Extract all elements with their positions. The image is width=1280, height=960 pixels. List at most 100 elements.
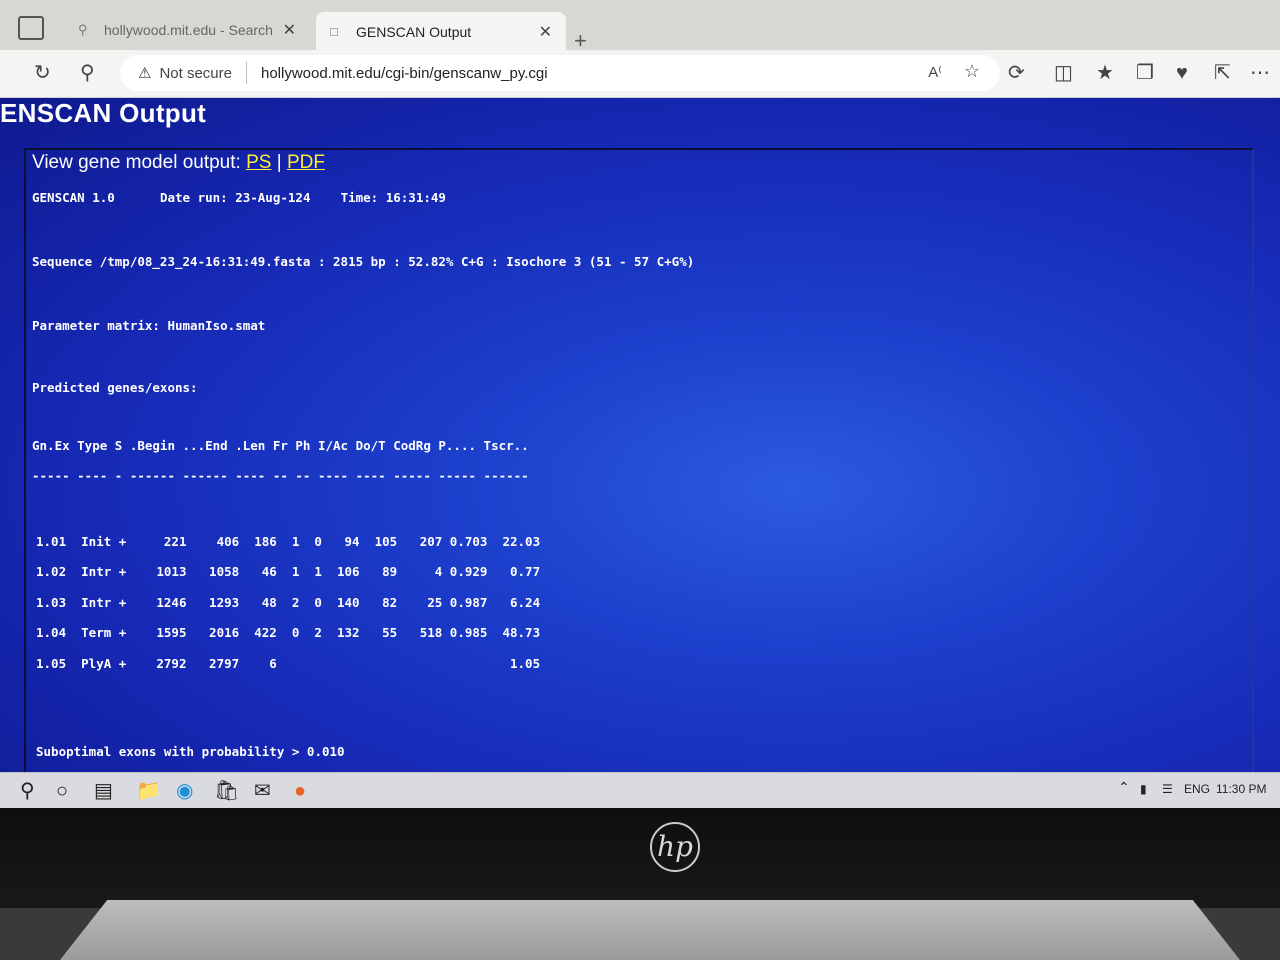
exon-fr-cell: 2 bbox=[291, 594, 300, 610]
exon-begin-cell: 2792 bbox=[156, 655, 187, 671]
exon-iac-cell: 132 bbox=[336, 625, 360, 641]
exon-s-cell: + bbox=[118, 625, 127, 641]
exon-begin-cell: 221 bbox=[163, 533, 187, 549]
edge-browser-icon[interactable]: ◉ bbox=[176, 779, 193, 803]
exon-end-cell: 406 bbox=[216, 533, 240, 549]
exon-gnex-cell: 1.04 bbox=[36, 625, 67, 641]
page-content: ENSCAN Output View gene model output: PS… bbox=[0, 98, 1280, 808]
exon-codrg-cell: 25 bbox=[427, 594, 443, 610]
exon-end-cell: 2016 bbox=[209, 625, 240, 641]
warning-icon[interactable]: ⚠ bbox=[138, 64, 151, 82]
exon-fr-cell: 1 bbox=[291, 533, 300, 549]
tab-label: GENSCAN Output bbox=[356, 24, 472, 40]
tab-search[interactable]: ⚲ hollywood.mit.edu - Search ✕ bbox=[64, 12, 310, 48]
exon-gnex-cell: 1.03 bbox=[36, 594, 67, 610]
tab-genscan-output[interactable]: □ GENSCAN Output ✕ bbox=[316, 12, 566, 52]
exon-p-cell: 0.703 bbox=[449, 533, 488, 549]
suboptimal-line: Suboptimal exons with probability > 0.01… bbox=[36, 744, 345, 759]
exon-fr-cell: 0 bbox=[291, 625, 300, 641]
task-view-icon[interactable]: ▤ bbox=[94, 779, 113, 803]
exon-type-cell: Init bbox=[81, 533, 112, 549]
security-indicator[interactable]: Not secure bbox=[159, 65, 232, 82]
close-icon[interactable]: ✕ bbox=[539, 22, 552, 42]
language-indicator[interactable]: ENG bbox=[1184, 782, 1210, 796]
exon-tscr-cell: 0.77 bbox=[510, 564, 541, 580]
exon-gnex-cell: 1.05 bbox=[36, 655, 67, 671]
exon-tscr-cell: 1.05 bbox=[510, 655, 541, 671]
address-bar[interactable]: ⚠ Not secure hollywood.mit.edu/cgi-bin/g… bbox=[120, 55, 1000, 91]
exon-begin-cell: 1595 bbox=[156, 625, 187, 641]
time-run: Time: 16:31:49 bbox=[340, 190, 446, 205]
output-panel: View gene model output: PS | PDF GENSCAN… bbox=[24, 148, 1254, 808]
exon-len-cell: 422 bbox=[254, 625, 277, 641]
collections-icon[interactable]: ❐ bbox=[1136, 62, 1154, 84]
url-text[interactable]: hollywood.mit.edu/cgi-bin/genscanw_py.cg… bbox=[261, 65, 548, 82]
firefox-icon[interactable]: ● bbox=[294, 779, 306, 803]
predicted-label: Predicted genes/exons: bbox=[32, 380, 198, 395]
file-explorer-icon[interactable]: 📁 bbox=[136, 779, 161, 803]
exon-p-cell: 0.929 bbox=[449, 564, 488, 580]
exon-dot-cell: 105 bbox=[374, 533, 398, 549]
extensions-icon[interactable]: ⟳ bbox=[1008, 62, 1025, 84]
exon-codrg-cell: 518 bbox=[419, 625, 443, 641]
ps-link[interactable]: PS bbox=[246, 152, 271, 173]
exon-type-cell: Intr bbox=[81, 564, 112, 580]
laptop-base bbox=[60, 900, 1240, 960]
view-label: View gene model output: bbox=[32, 152, 241, 173]
exon-tscr-cell: 48.73 bbox=[502, 625, 541, 641]
exon-iac-cell: 94 bbox=[344, 533, 360, 549]
exon-ph-cell bbox=[299, 648, 322, 679]
split-screen-icon[interactable]: ◫ bbox=[1054, 62, 1073, 84]
table-row: 1.02 Intr +1013 1058 46 1 1 106 89 4 0.929 0.77 bbox=[36, 557, 540, 588]
exon-table: 1.01 Init +221 406 186 1 0 94 105 207 0.703 22.03 1.… bbox=[36, 526, 540, 679]
exon-dot-cell: 55 bbox=[382, 625, 398, 641]
search-icon: ⚲ bbox=[78, 22, 88, 37]
exon-p-cell: 0.985 bbox=[449, 625, 488, 641]
chevron-up-icon[interactable]: ⌃ bbox=[1118, 779, 1130, 796]
exon-len-cell: 186 bbox=[254, 533, 277, 549]
exon-len-cell: 48 bbox=[261, 594, 277, 610]
pdf-link[interactable]: PDF bbox=[287, 152, 325, 173]
performance-icon[interactable]: ♥ bbox=[1176, 62, 1188, 84]
browser-toolbar: ↻ ⚲ ⚠ Not secure hollywood.mit.edu/cgi-b… bbox=[0, 50, 1280, 98]
exon-codrg-cell: 4 bbox=[434, 564, 443, 580]
exon-s-cell: + bbox=[118, 533, 127, 549]
exon-ph-cell: 0 bbox=[314, 533, 322, 549]
mail-icon[interactable]: ✉ bbox=[254, 779, 271, 803]
exon-dot-cell: 82 bbox=[382, 594, 398, 610]
workspaces-icon[interactable] bbox=[18, 16, 44, 40]
table-row: 1.01 Init +221 406 186 1 0 94 105 207 0.703 22.03 bbox=[36, 526, 540, 557]
store-icon[interactable]: 🛍 bbox=[214, 779, 239, 803]
parameter-line: Parameter matrix: HumanIso.smat bbox=[32, 318, 266, 333]
wifi-icon[interactable]: ☰ bbox=[1162, 782, 1173, 796]
exon-gnex-cell: 1.01 bbox=[36, 533, 67, 549]
exon-ph-cell: 2 bbox=[314, 625, 322, 641]
exon-len-cell: 46 bbox=[261, 564, 277, 580]
exon-s-cell: + bbox=[118, 655, 127, 671]
favorite-star-icon[interactable]: ☆ bbox=[964, 61, 980, 82]
exon-type-cell: Term bbox=[81, 625, 112, 641]
more-icon[interactable]: ⋯ bbox=[1250, 62, 1270, 84]
close-icon[interactable]: ✕ bbox=[283, 20, 296, 40]
exon-s-cell: + bbox=[118, 564, 127, 580]
exon-p-cell bbox=[442, 648, 487, 679]
battery-icon[interactable]: ▮ bbox=[1140, 782, 1147, 796]
document-icon: □ bbox=[330, 24, 338, 39]
exon-end-cell: 1058 bbox=[209, 564, 240, 580]
clock[interactable]: 11:30 PM bbox=[1216, 782, 1266, 796]
exon-begin-cell: 1013 bbox=[156, 564, 187, 580]
exon-tscr-cell: 6.24 bbox=[510, 594, 541, 610]
exon-gnex-cell: 1.02 bbox=[36, 564, 67, 580]
read-aloud-icon[interactable]: A⁽ bbox=[928, 63, 942, 81]
exon-iac-cell bbox=[322, 648, 360, 679]
favorites-icon[interactable]: ★ bbox=[1096, 62, 1114, 84]
exon-codrg-cell: 207 bbox=[419, 533, 443, 549]
exon-end-cell: 2797 bbox=[209, 655, 240, 671]
refresh-icon[interactable]: ↻ bbox=[34, 62, 51, 84]
share-icon[interactable]: ⇱ bbox=[1214, 62, 1231, 84]
exon-iac-cell: 106 bbox=[336, 564, 360, 580]
cortana-icon[interactable]: ○ bbox=[56, 779, 68, 803]
search-icon[interactable]: ⚲ bbox=[80, 62, 95, 84]
search-icon[interactable]: ⚲ bbox=[20, 779, 35, 803]
exon-codrg-cell bbox=[397, 648, 442, 679]
